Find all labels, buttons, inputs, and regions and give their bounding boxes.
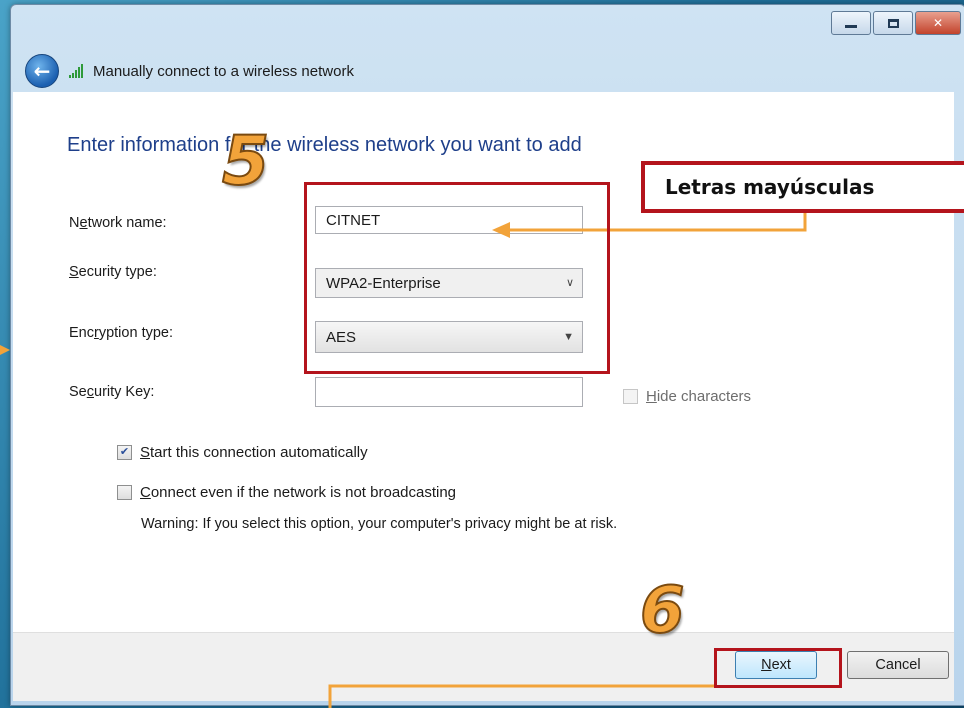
uppercase-callout: Letras mayúsculas [641,161,964,213]
left-edge-arrow-icon [0,345,10,355]
fields-highlight-box [304,182,610,374]
next-highlight-box [714,648,842,688]
step6-connector-line [328,684,714,708]
step-6-label: 6 [639,573,686,649]
step-5-label: 5 [221,121,270,202]
